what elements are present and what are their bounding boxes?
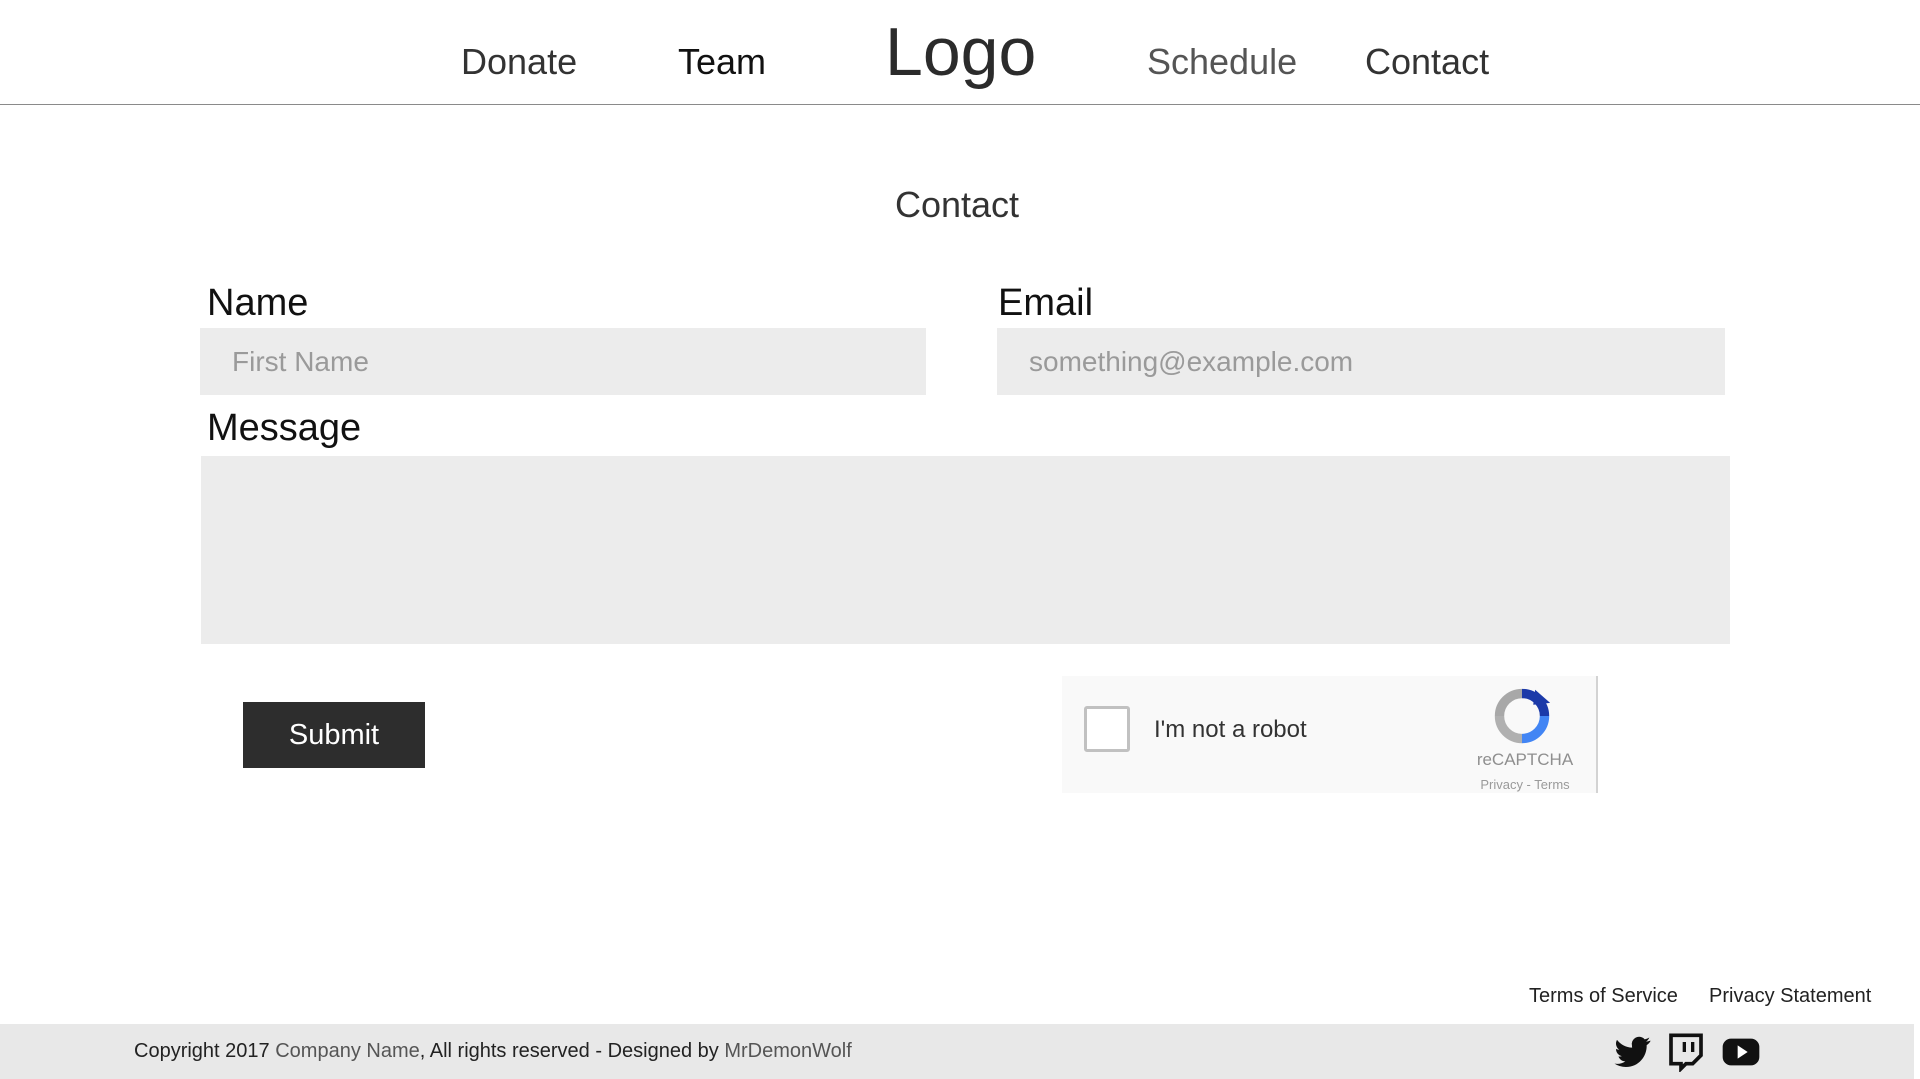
copyright: Copyright 2017 Company Name, All rights … — [134, 1040, 852, 1063]
youtube-icon[interactable] — [1720, 1032, 1762, 1072]
designer-link[interactable]: MrDemonWolf — [724, 1040, 851, 1062]
recaptcha-checkbox[interactable] — [1084, 706, 1130, 752]
submit-button[interactable]: Submit — [243, 702, 425, 768]
message-textarea[interactable] — [201, 456, 1730, 644]
name-label: Name — [207, 282, 309, 324]
privacy-link[interactable]: Privacy Statement — [1709, 985, 1871, 1008]
email-input[interactable] — [997, 328, 1725, 395]
company-name-link[interactable]: Company Name — [275, 1040, 420, 1062]
recaptcha-label: I'm not a robot — [1154, 716, 1307, 743]
twitter-icon[interactable] — [1611, 1032, 1653, 1072]
name-input[interactable] — [200, 328, 926, 395]
copyright-rights: , All rights reserved - Designed by — [419, 1040, 719, 1062]
nav-donate[interactable]: Donate — [461, 38, 577, 86]
twitch-icon[interactable] — [1665, 1032, 1707, 1072]
nav-schedule[interactable]: Schedule — [1147, 38, 1297, 86]
copyright-prefix: Copyright 2017 — [134, 1040, 270, 1062]
terms-link[interactable]: Terms of Service — [1529, 985, 1678, 1008]
site-header: Donate Team Logo Schedule Contact — [0, 0, 1920, 105]
nav-contact[interactable]: Contact — [1365, 38, 1489, 86]
page-title: Contact — [894, 184, 1020, 225]
site-footer: Copyright 2017 Company Name, All rights … — [0, 1024, 1914, 1079]
recaptcha-widget: I'm not a robot reCAPTCHA Privacy - Term… — [1062, 676, 1598, 793]
nav-team[interactable]: Team — [678, 38, 766, 86]
recaptcha-brand: reCAPTCHA — [1476, 750, 1574, 769]
message-label: Message — [207, 407, 362, 449]
recaptcha-links[interactable]: Privacy - Terms — [1462, 777, 1588, 792]
site-logo[interactable]: Logo — [885, 14, 1036, 90]
email-label: Email — [998, 282, 1094, 324]
recaptcha-icon — [1494, 688, 1551, 744]
